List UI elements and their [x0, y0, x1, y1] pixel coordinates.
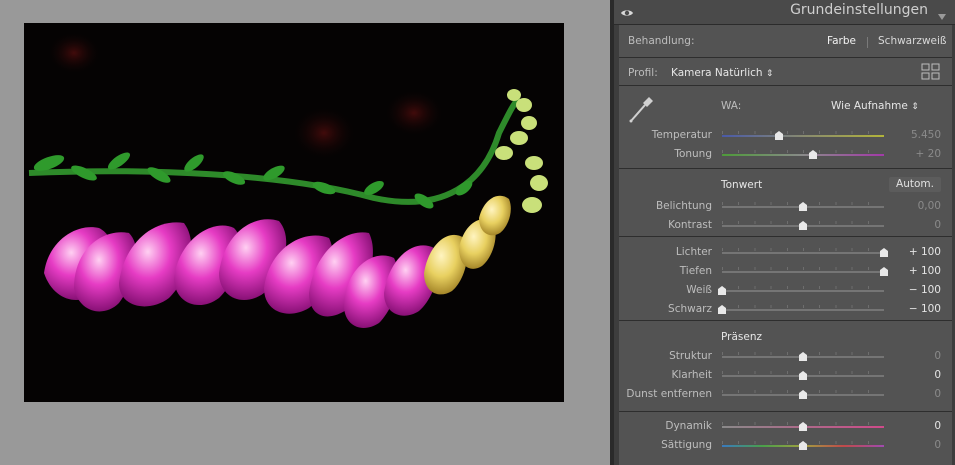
slider-value[interactable]: − 100: [891, 303, 941, 315]
treatment-color-option[interactable]: Farbe: [827, 35, 856, 47]
slider-track[interactable]: [722, 131, 884, 140]
eyedropper-icon[interactable]: [627, 93, 657, 125]
slider-label: Klarheit: [671, 369, 712, 381]
slider-ticks: [722, 131, 884, 134]
profile-value: Kamera Natürlich: [671, 67, 763, 79]
panel-title[interactable]: Grundeinstellungen: [790, 2, 928, 18]
slider-thumb[interactable]: [799, 371, 807, 380]
eye-icon[interactable]: [620, 5, 634, 19]
segment-divider: [867, 37, 868, 48]
slider-label: Schwarz: [668, 303, 712, 315]
slider-track[interactable]: [718, 286, 884, 295]
slider-track[interactable]: [722, 441, 884, 450]
slider-label: Dunst entfernen: [626, 388, 712, 400]
slider-value[interactable]: + 100: [891, 265, 941, 277]
slider-track[interactable]: [722, 371, 884, 380]
separator: [619, 320, 952, 321]
slider-track[interactable]: [722, 150, 884, 159]
slider-track[interactable]: [722, 352, 884, 361]
slider-thumb[interactable]: [774, 131, 783, 140]
slider-label: Tiefen: [679, 265, 712, 277]
grid-icon[interactable]: [921, 63, 941, 81]
slider-label: Weiß: [686, 284, 712, 296]
wb-label: WA:: [721, 100, 742, 112]
wb-select[interactable]: Wie Aufnahme ⇕: [831, 100, 919, 112]
presence-header: Präsenz: [721, 331, 762, 343]
slider-track[interactable]: [722, 390, 884, 399]
slider-ticks: [722, 150, 884, 153]
slider-value[interactable]: 0: [891, 439, 941, 451]
slider-track[interactable]: [722, 248, 888, 257]
separator: [619, 57, 952, 58]
slider-ticks: [722, 248, 884, 251]
slider-label: Belichtung: [655, 200, 712, 212]
triangle-down-icon[interactable]: [937, 7, 947, 20]
slider-track[interactable]: [722, 202, 884, 211]
slider-thumb[interactable]: [808, 150, 817, 159]
slider-value[interactable]: 0: [891, 219, 941, 231]
slider-track[interactable]: [722, 422, 884, 431]
photo-preview[interactable]: [24, 23, 564, 402]
slider-label: Tonung: [674, 148, 712, 160]
slider-thumb[interactable]: [880, 248, 888, 257]
slider-value[interactable]: 5.450: [891, 129, 941, 141]
slider-ticks: [722, 305, 884, 308]
slider-value[interactable]: 0: [891, 420, 941, 432]
profile-label: Profil:: [628, 67, 658, 79]
auto-tone-button[interactable]: Autom.: [889, 177, 941, 192]
slider-thumb[interactable]: [799, 390, 807, 399]
slider-value[interactable]: 0,00: [891, 200, 941, 212]
basic-panel: Grundeinstellungen Behandlung: Farbe Sch…: [614, 0, 955, 465]
panel-header[interactable]: Grundeinstellungen: [614, 0, 955, 25]
slider-value[interactable]: + 20: [891, 148, 942, 160]
profile-select[interactable]: Kamera Natürlich ⇕: [671, 67, 773, 79]
slider-thumb[interactable]: [880, 267, 888, 276]
slider-track[interactable]: [722, 267, 888, 276]
treatment-bw-option[interactable]: Schwarzweiß: [878, 35, 947, 47]
separator: [619, 168, 952, 169]
slider-label: Dynamik: [665, 420, 712, 432]
slider-thumb[interactable]: [718, 305, 726, 314]
slider-thumb[interactable]: [799, 202, 807, 211]
slider-label: Temperatur: [651, 129, 712, 141]
slider-label: Lichter: [675, 246, 712, 258]
slider-value[interactable]: − 100: [891, 284, 941, 296]
slider-track[interactable]: [718, 305, 884, 314]
foxglove-photo: [28, 33, 548, 328]
slider-value[interactable]: 0: [891, 350, 941, 362]
slider-thumb[interactable]: [799, 352, 807, 361]
slider-thumb[interactable]: [799, 221, 807, 230]
slider-label: Kontrast: [668, 219, 712, 231]
separator: [619, 236, 952, 237]
slider-thumb[interactable]: [799, 422, 807, 431]
panel-body: Behandlung: Farbe Schwarzweiß Profil: Ka…: [619, 25, 952, 465]
slider-value[interactable]: 0: [891, 388, 941, 400]
slider-track[interactable]: [722, 221, 884, 230]
slider-label: Sättigung: [661, 439, 712, 451]
slider-ticks: [722, 286, 884, 289]
updown-icon: ⇕: [765, 69, 774, 79]
separator: [619, 411, 952, 412]
tone-header: Tonwert: [721, 179, 763, 191]
slider-thumb[interactable]: [799, 441, 807, 450]
wb-value: Wie Aufnahme: [831, 100, 908, 112]
slider-value[interactable]: + 100: [891, 246, 941, 258]
slider-ticks: [722, 267, 884, 270]
image-canvas[interactable]: [0, 0, 610, 465]
updown-icon: ⇕: [911, 102, 919, 112]
slider-thumb[interactable]: [718, 286, 726, 295]
separator: [619, 85, 952, 86]
treatment-label: Behandlung:: [628, 35, 695, 47]
slider-value[interactable]: 0: [891, 369, 941, 381]
slider-label: Struktur: [669, 350, 712, 362]
